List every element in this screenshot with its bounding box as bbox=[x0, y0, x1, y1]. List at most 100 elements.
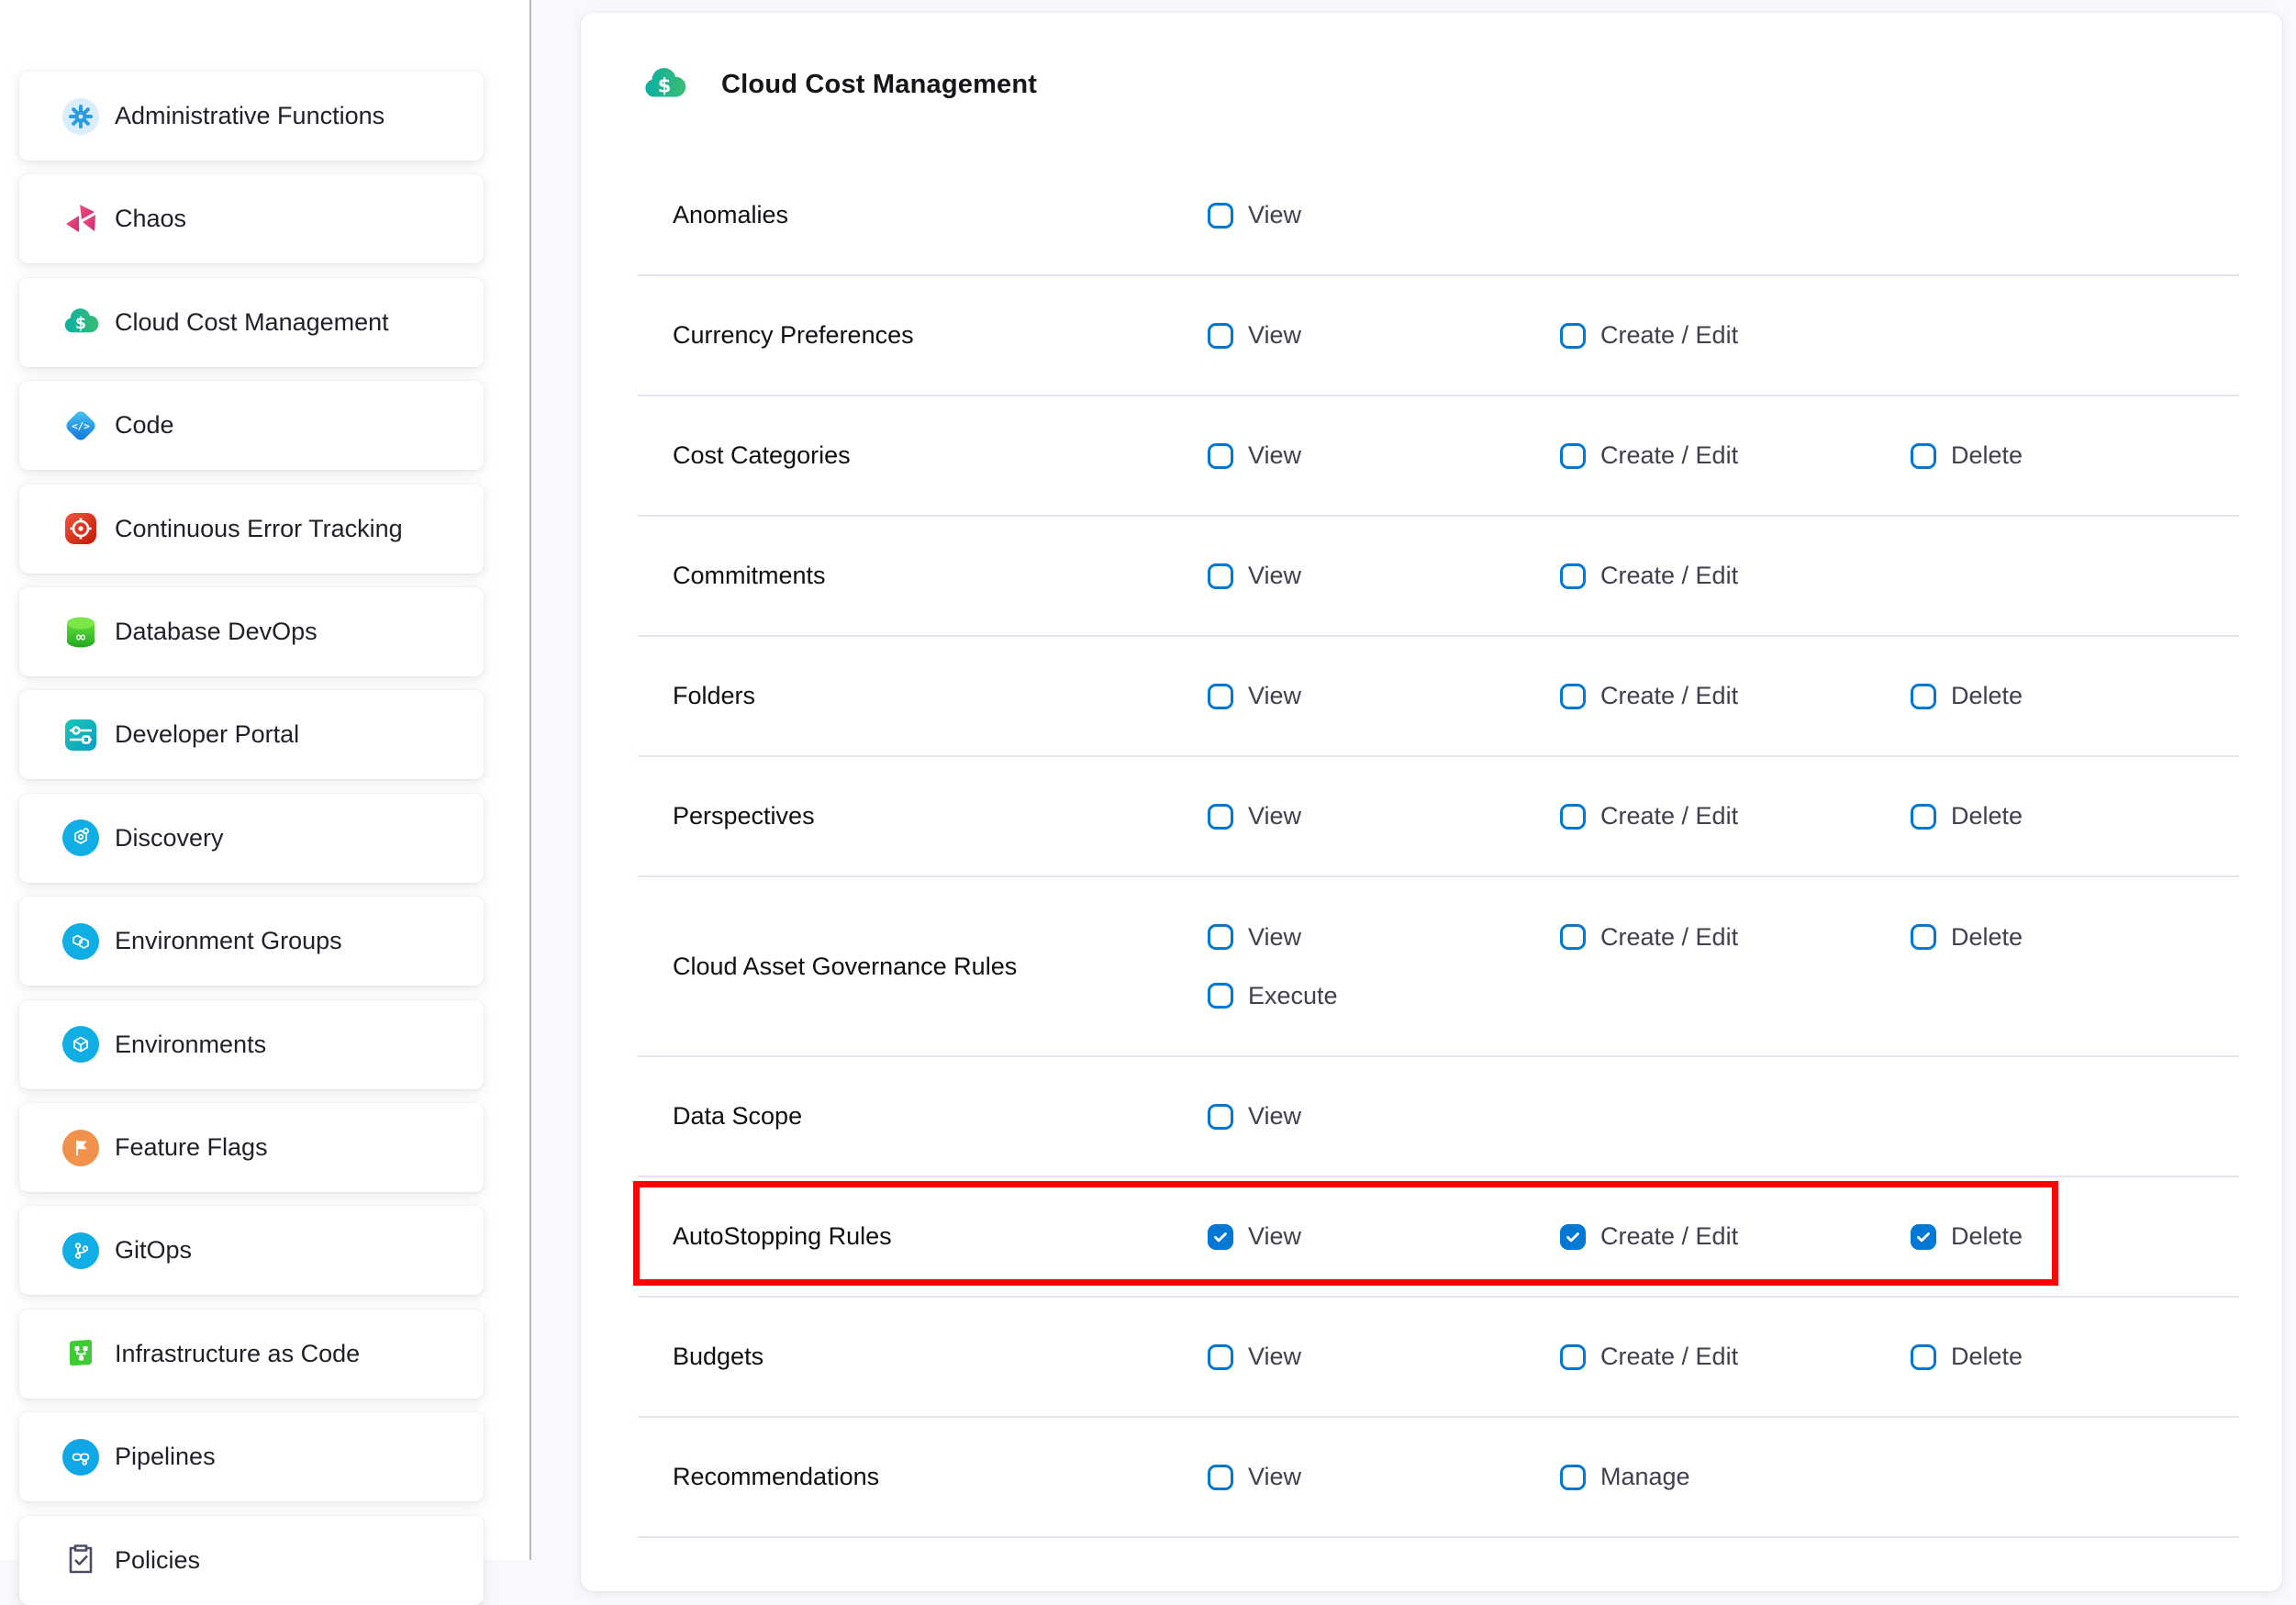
permission-checkbox[interactable] bbox=[1911, 924, 1936, 950]
sidebar-item[interactable]: Policies bbox=[19, 1516, 484, 1605]
sidebar-item[interactable]: Infrastructure as Code bbox=[19, 1310, 484, 1399]
environments-icon bbox=[62, 1026, 99, 1063]
sidebar-item[interactable]: Discovery bbox=[19, 794, 484, 883]
table-row: Recommendations View Manage bbox=[638, 1418, 2239, 1538]
permission-option[interactable]: View bbox=[1208, 1087, 1560, 1146]
policies-icon bbox=[62, 1542, 99, 1578]
permission-checkbox[interactable] bbox=[1208, 1465, 1233, 1490]
sidebar-item-label: Feature Flags bbox=[115, 1133, 268, 1162]
permission-label: Delete bbox=[1951, 923, 2023, 952]
permission-checkbox[interactable] bbox=[1208, 203, 1233, 228]
permission-option[interactable]: View bbox=[1208, 1328, 1560, 1387]
permission-checkbox[interactable] bbox=[1911, 804, 1936, 830]
permission-option[interactable]: Delete bbox=[1911, 787, 2239, 846]
code-icon: </> bbox=[62, 407, 99, 444]
infrastructure-as-code-icon bbox=[62, 1335, 99, 1372]
permission-label: View bbox=[1248, 562, 1301, 590]
row-label: Budgets bbox=[638, 1343, 1208, 1371]
permission-option[interactable]: Create / Edit bbox=[1560, 307, 1911, 365]
cloud-dollar-icon: $ bbox=[62, 304, 99, 340]
permission-option[interactable]: View bbox=[1208, 547, 1560, 606]
database-icon: ∞ bbox=[62, 614, 99, 651]
permission-label: View bbox=[1248, 201, 1301, 229]
permission-checkbox[interactable] bbox=[1208, 1224, 1233, 1250]
permission-checkbox[interactable] bbox=[1560, 1224, 1586, 1250]
sidebar-item[interactable]: Developer Portal bbox=[19, 690, 484, 779]
permission-option[interactable]: Delete bbox=[1911, 1328, 2239, 1387]
sidebar-item[interactable]: Continuous Error Tracking bbox=[19, 485, 484, 574]
permission-checkbox[interactable] bbox=[1911, 684, 1936, 709]
permission-option[interactable]: View bbox=[1208, 1448, 1560, 1507]
sidebar-item[interactable]: ∞ Database DevOps bbox=[19, 587, 484, 676]
permission-option[interactable]: Delete bbox=[1911, 667, 2239, 726]
sidebar-item[interactable]: GitOps bbox=[19, 1206, 484, 1295]
permission-option[interactable]: Create / Edit bbox=[1560, 908, 1911, 966]
permission-checkbox[interactable] bbox=[1208, 1104, 1233, 1130]
permission-checkbox[interactable] bbox=[1560, 323, 1586, 349]
permission-option[interactable]: Create / Edit bbox=[1560, 1328, 1911, 1387]
permission-option[interactable]: View bbox=[1208, 787, 1560, 846]
sidebar-item-label: Discovery bbox=[115, 824, 224, 853]
permission-checkbox[interactable] bbox=[1208, 443, 1233, 469]
permission-option[interactable]: View bbox=[1208, 908, 1560, 966]
permission-option[interactable]: Create / Edit bbox=[1560, 787, 1911, 846]
row-label: Data Scope bbox=[638, 1102, 1208, 1131]
permission-checkbox[interactable] bbox=[1911, 1224, 1936, 1250]
permission-checkbox[interactable] bbox=[1208, 1344, 1233, 1370]
permission-checkbox[interactable] bbox=[1208, 804, 1233, 830]
permission-checkbox[interactable] bbox=[1208, 684, 1233, 709]
permission-option[interactable]: Create / Edit bbox=[1560, 667, 1911, 726]
row-label: Anomalies bbox=[638, 201, 1208, 229]
permission-option[interactable]: Manage bbox=[1560, 1448, 1911, 1507]
permission-checkbox[interactable] bbox=[1208, 983, 1233, 1009]
permission-option[interactable]: View bbox=[1208, 427, 1560, 485]
permission-label: Execute bbox=[1248, 982, 1338, 1010]
sidebar-item[interactable]: Environments bbox=[19, 1000, 484, 1089]
permission-checkbox[interactable] bbox=[1560, 924, 1586, 950]
permission-label: Create / Edit bbox=[1600, 321, 1738, 350]
permission-checkbox[interactable] bbox=[1911, 1344, 1936, 1370]
permission-checkbox[interactable] bbox=[1560, 684, 1586, 709]
permission-checkbox[interactable] bbox=[1560, 1465, 1586, 1490]
permission-option[interactable]: Create / Edit bbox=[1560, 1208, 1911, 1266]
permission-option[interactable]: Create / Edit bbox=[1560, 427, 1911, 485]
sidebar-item-label: Policies bbox=[115, 1546, 200, 1575]
permission-option[interactable]: Execute bbox=[1208, 966, 1560, 1025]
row-label: Cost Categories bbox=[638, 441, 1208, 470]
permission-label: Create / Edit bbox=[1600, 1222, 1738, 1251]
sidebar-item[interactable]: </> Code bbox=[19, 381, 484, 470]
permission-option[interactable]: Delete bbox=[1911, 1208, 2239, 1266]
sidebar-item[interactable]: Chaos bbox=[19, 174, 484, 263]
permission-checkbox[interactable] bbox=[1208, 924, 1233, 950]
permission-checkbox[interactable] bbox=[1208, 563, 1233, 589]
sidebar-item-label: Environment Groups bbox=[115, 927, 342, 955]
permission-label: Delete bbox=[1951, 1343, 2023, 1371]
gear-icon bbox=[62, 98, 99, 135]
permission-checkbox[interactable] bbox=[1208, 323, 1233, 349]
sidebar-item[interactable]: Administrative Functions bbox=[19, 72, 484, 161]
permission-checkbox[interactable] bbox=[1911, 443, 1936, 469]
sidebar-item[interactable]: Pipelines bbox=[19, 1412, 484, 1501]
permission-checkbox[interactable] bbox=[1560, 563, 1586, 589]
row-label: Currency Preferences bbox=[638, 321, 1208, 350]
permission-option[interactable]: View bbox=[1208, 307, 1560, 365]
sidebar-item[interactable]: $ Cloud Cost Management bbox=[19, 278, 484, 367]
permission-option[interactable]: Create / Edit bbox=[1560, 547, 1911, 606]
permission-option[interactable]: Delete bbox=[1911, 908, 2239, 966]
permission-label: Delete bbox=[1951, 802, 2023, 830]
sidebar-item[interactable]: Feature Flags bbox=[19, 1103, 484, 1192]
permission-option[interactable]: View bbox=[1208, 1208, 1560, 1266]
svg-text:∞: ∞ bbox=[75, 629, 87, 645]
permission-option[interactable]: Delete bbox=[1911, 427, 2239, 485]
permission-label: View bbox=[1248, 682, 1301, 710]
permission-checkbox[interactable] bbox=[1560, 804, 1586, 830]
error-tracking-icon bbox=[62, 510, 99, 547]
sidebar-item-label: Environments bbox=[115, 1031, 266, 1059]
permission-option[interactable]: View bbox=[1208, 186, 1560, 245]
permission-checkbox[interactable] bbox=[1560, 443, 1586, 469]
sidebar-item[interactable]: Environment Groups bbox=[19, 897, 484, 986]
permission-option[interactable]: View bbox=[1208, 667, 1560, 726]
permission-label: Delete bbox=[1951, 1222, 2023, 1251]
permission-label: Delete bbox=[1951, 441, 2023, 470]
permission-checkbox[interactable] bbox=[1560, 1344, 1586, 1370]
